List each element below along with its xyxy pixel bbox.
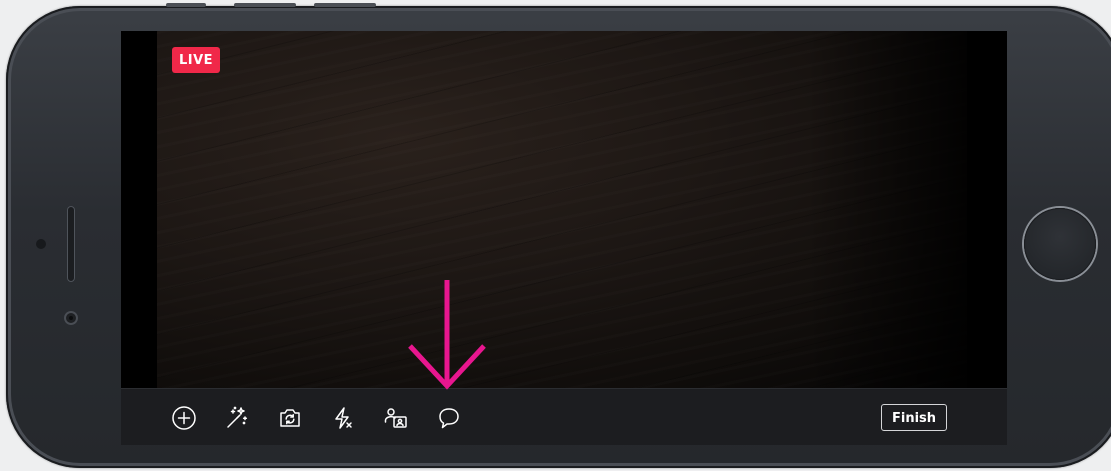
- mute-switch: [166, 3, 206, 7]
- proximity-sensor: [36, 239, 46, 249]
- front-camera: [64, 311, 78, 325]
- finish-button[interactable]: Finish: [881, 404, 948, 431]
- effects-button[interactable]: [222, 403, 252, 433]
- camera-flip-icon: [280, 409, 300, 427]
- volume-up-button: [234, 3, 296, 7]
- live-badge: LIVE: [172, 47, 221, 73]
- magic-wand-icon: [227, 406, 248, 428]
- earpiece-speaker: [67, 206, 75, 282]
- person-card-icon: [384, 408, 407, 428]
- flip-camera-button[interactable]: [275, 403, 305, 433]
- home-button[interactable]: [1024, 208, 1096, 280]
- volume-down-button: [314, 3, 376, 7]
- camera-preview: [157, 31, 967, 389]
- plus-circle-icon: [172, 406, 196, 430]
- flash-off-icon: [335, 407, 352, 429]
- live-video-screen: LIVE Finish: [121, 31, 1007, 445]
- annotation-arrow-icon: [408, 280, 486, 390]
- invite-guest-button[interactable]: [381, 403, 411, 433]
- comment-bubble-icon: [439, 408, 459, 429]
- comments-button[interactable]: [434, 403, 464, 433]
- flash-button[interactable]: [328, 403, 358, 433]
- add-button[interactable]: [169, 403, 199, 433]
- live-toolbar: Finish: [121, 388, 1007, 445]
